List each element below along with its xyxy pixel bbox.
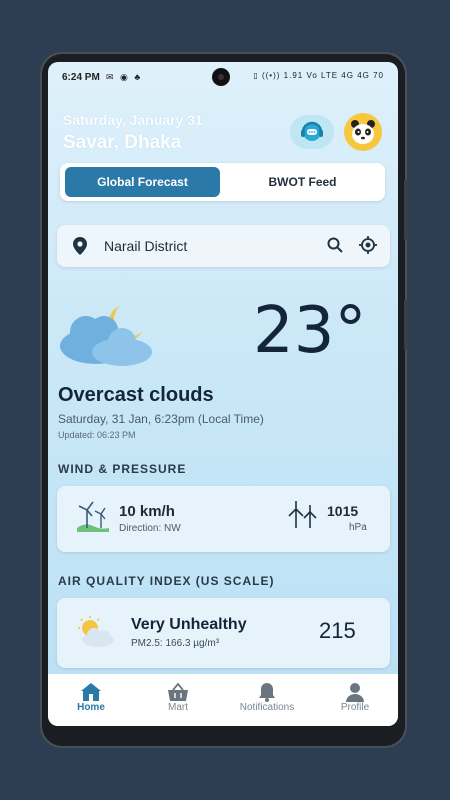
aqi-pm25: PM2.5: 166.3 µg/m³ <box>131 638 220 649</box>
nav-profile-label: Profile <box>340 702 370 713</box>
status-time: 6:24 PM <box>62 72 100 83</box>
nav-mart-label: Mart <box>168 702 188 713</box>
search-icon[interactable] <box>327 237 343 253</box>
aqi-card: Very Unhealthy PM2.5: 166.3 µg/m³ 215 <box>57 598 390 668</box>
location-search-bar[interactable]: Narail District <box>57 225 390 267</box>
wind-pressure-card: 10 km/h Direction: NW 1015 hPa <box>57 486 390 552</box>
wind-pressure-heading: WIND & PRESSURE <box>58 462 187 476</box>
wind-turbine-icon <box>288 501 317 528</box>
status-system-icons: ▯ ((•)) 1.91 Vo LTE 4G 4G 70 <box>253 71 384 80</box>
nav-notifications-label: Notifications <box>239 702 295 713</box>
support-chat-button[interactable] <box>290 115 334 149</box>
temperature: 23° <box>253 294 367 368</box>
pressure-value: 1015 <box>327 503 359 519</box>
location-name: Narail District <box>104 238 188 254</box>
bell-icon <box>259 683 275 702</box>
volume-button <box>404 180 408 240</box>
app-screen: 6:24 PM ✉ ◉ ♣ ▯ ((•)) 1.91 Vo LTE 4G 4G … <box>48 62 398 726</box>
home-icon <box>81 683 101 701</box>
my-location-icon[interactable] <box>359 236 377 254</box>
aqi-status: Very Unhealthy <box>131 616 247 633</box>
status-notification-icons: ✉ ◉ ♣ <box>106 72 143 82</box>
basket-icon <box>168 682 188 701</box>
power-button <box>404 300 408 350</box>
nav-profile[interactable]: Profile <box>315 680 395 713</box>
wind-farm-icon <box>77 501 109 532</box>
aqi-heading: AIR QUALITY INDEX (US SCALE) <box>58 574 275 588</box>
tab-bwot-feed[interactable]: BWOT Feed <box>225 167 380 197</box>
weather-condition: Overcast clouds <box>58 384 214 406</box>
header-city: Savar, Dhaka <box>63 132 182 153</box>
panda-avatar-icon <box>351 120 375 144</box>
wind-speed: 10 km/h <box>119 503 175 520</box>
nav-mart[interactable]: Mart <box>138 680 218 713</box>
location-pin-icon <box>73 237 87 255</box>
nav-home-label: Home <box>77 702 105 713</box>
local-time: Saturday, 31 Jan, 6:23pm (Local Time) <box>58 412 264 426</box>
tab-global-forecast[interactable]: Global Forecast <box>65 167 220 197</box>
bottom-navigation: Home Mart Notifications Profile <box>48 674 398 726</box>
aqi-value: 215 <box>319 618 356 643</box>
pressure-unit: hPa <box>349 522 367 533</box>
person-icon <box>346 683 364 702</box>
nav-notifications[interactable]: Notifications <box>227 680 307 713</box>
header-date: Saturday, January 31 <box>63 112 203 128</box>
updated-time: Updated: 06:23 PM <box>58 430 136 440</box>
cloudy-moon-icon <box>60 306 152 366</box>
hazy-sun-icon <box>78 616 114 647</box>
profile-avatar[interactable] <box>344 113 382 151</box>
forecast-tab-bar: Global Forecast BWOT Feed <box>60 163 385 201</box>
nav-home[interactable]: Home <box>51 680 131 713</box>
wind-direction: Direction: NW <box>119 523 181 534</box>
chat-support-icon <box>301 121 323 141</box>
front-camera <box>212 68 230 86</box>
